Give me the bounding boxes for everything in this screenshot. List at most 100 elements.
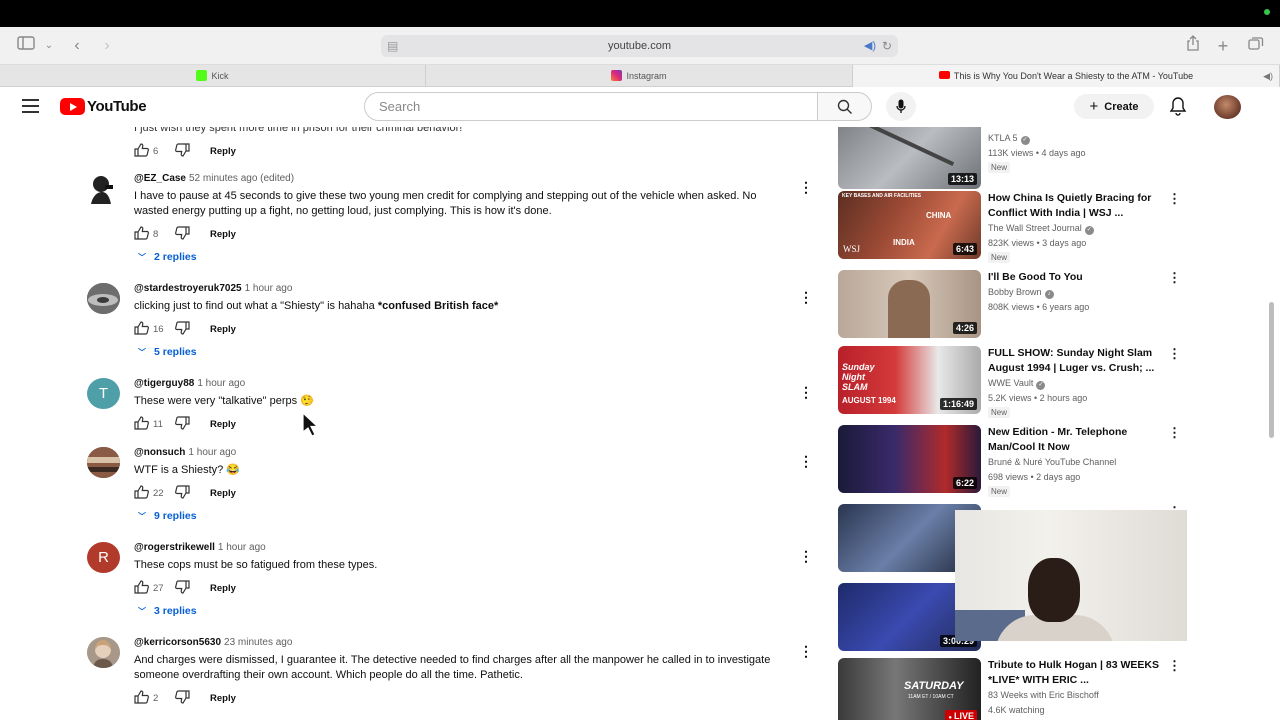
search-button[interactable] (817, 92, 872, 121)
voice-search-button[interactable] (886, 92, 916, 121)
related-video[interactable]: 4:26 I'll Be Good To You ⋮ Bobby Brown ♪ … (838, 270, 1198, 340)
comment-time[interactable]: 1 hour ago (188, 447, 236, 458)
view-replies-button[interactable]: ﹀ 9 replies (138, 510, 197, 522)
comment-author[interactable]: @tigerguy88 (134, 378, 194, 389)
reply-button[interactable]: Reply (210, 488, 236, 499)
scrollbar[interactable] (1269, 302, 1274, 438)
more-options-icon[interactable]: ⋮ (1168, 658, 1181, 674)
view-replies-button[interactable]: ﹀ 2 replies (138, 251, 197, 263)
video-thumbnail[interactable]: 13:13 (838, 127, 981, 189)
comment-time[interactable]: 1 hour ago (218, 542, 266, 553)
more-options-icon[interactable]: ⋮ (1168, 425, 1181, 441)
reply-button[interactable]: Reply (210, 146, 236, 157)
avatar[interactable] (87, 637, 120, 668)
video-channel[interactable]: Bobby Brown ♪ (988, 287, 1054, 299)
like-icon[interactable] (134, 416, 149, 430)
create-button[interactable]: + Create (1074, 94, 1154, 119)
comment-author[interactable]: @EZ_Case (134, 173, 186, 184)
avatar[interactable] (87, 173, 120, 204)
related-video[interactable]: 13:13 KTLA 5 ✓ 113K views • 4 days ago Ne… (838, 127, 1198, 191)
video-title[interactable]: FULL SHOW: Sunday Night Slam August 1994… (988, 346, 1168, 376)
like-icon[interactable] (134, 690, 149, 704)
like-icon[interactable] (134, 321, 149, 335)
comment-time[interactable]: 1 hour ago (197, 378, 245, 389)
user-avatar[interactable] (1214, 95, 1241, 119)
search-input[interactable]: Search (364, 92, 818, 121)
new-tab-icon[interactable]: + (1212, 35, 1234, 57)
tab-youtube[interactable]: This is Why You Don't Wear a Shiesty to … (853, 65, 1280, 87)
video-channel[interactable]: Bruné & Nuré YouTube Channel (988, 457, 1116, 467)
related-video[interactable]: Sunday Night SLAM AUGUST 1994 1:16:49 FU… (838, 346, 1198, 418)
reply-button[interactable]: Reply (210, 324, 236, 335)
video-title[interactable]: New Edition - Mr. Telephone Man/Cool It … (988, 425, 1168, 455)
more-options-icon[interactable]: ⋮ (799, 289, 813, 306)
avatar[interactable]: R (87, 542, 120, 573)
comment-time[interactable]: 1 hour ago (245, 283, 293, 294)
comment-author[interactable]: @rogerstrikewell (134, 542, 215, 553)
more-options-icon[interactable]: ⋮ (1168, 270, 1181, 286)
tab-overview-icon[interactable] (1245, 35, 1267, 57)
share-icon[interactable] (1182, 35, 1204, 57)
avatar[interactable]: T (87, 378, 120, 409)
video-thumbnail[interactable]: 6:22 (838, 425, 981, 493)
dislike-icon[interactable] (175, 580, 190, 594)
video-thumbnail[interactable]: 4:26 (838, 270, 981, 338)
video-thumbnail[interactable]: KEY BASES AND AIR FACILITIES CHINA INDIA… (838, 191, 981, 259)
tab-instagram[interactable]: Instagram (426, 65, 853, 87)
like-icon[interactable] (134, 580, 149, 594)
related-video[interactable]: SATURDAY 11AM ET / 10AM CT ● LIVE Tribute… (838, 658, 1198, 720)
more-options-icon[interactable]: ⋮ (799, 179, 813, 196)
reload-icon[interactable]: ↻ (882, 35, 892, 57)
comment-time[interactable]: 23 minutes ago (224, 637, 292, 648)
video-thumbnail[interactable]: Sunday Night SLAM AUGUST 1994 1:16:49 (838, 346, 981, 414)
related-video[interactable]: KEY BASES AND AIR FACILITIES CHINA INDIA… (838, 191, 1198, 263)
video-thumbnail[interactable]: SATURDAY 11AM ET / 10AM CT ● LIVE (838, 658, 981, 720)
dislike-icon[interactable] (175, 143, 190, 157)
video-title[interactable]: I'll Be Good To You (988, 270, 1168, 285)
menu-icon[interactable] (22, 99, 39, 113)
more-options-icon[interactable]: ⋮ (1168, 191, 1181, 207)
url-bar[interactable]: ▤ youtube.com ◀) ↻ (381, 35, 898, 57)
more-options-icon[interactable]: ⋮ (799, 548, 813, 565)
video-channel[interactable]: WWE Vault ✓ (988, 378, 1046, 390)
dislike-icon[interactable] (175, 416, 190, 430)
forward-icon[interactable]: › (96, 35, 118, 57)
related-video[interactable]: 6:22 New Edition - Mr. Telephone Man/Coo… (838, 425, 1198, 497)
video-title[interactable]: How China Is Quietly Bracing for Conflic… (988, 191, 1168, 221)
video-channel[interactable]: KTLA 5 ✓ (988, 133, 1030, 145)
dislike-icon[interactable] (175, 690, 190, 704)
reply-button[interactable]: Reply (210, 693, 236, 704)
notifications-bell-icon[interactable] (1169, 96, 1189, 116)
tab-kick[interactable]: Kick (0, 65, 426, 87)
like-icon[interactable] (134, 226, 149, 240)
sidebar-toggle-icon[interactable] (15, 35, 37, 57)
video-channel[interactable]: The Wall Street Journal ✓ (988, 223, 1094, 235)
like-icon[interactable] (134, 485, 149, 499)
view-replies-button[interactable]: ﹀ 3 replies (138, 605, 197, 617)
avatar[interactable] (87, 447, 120, 478)
speaker-icon[interactable]: ◀) (1263, 65, 1273, 87)
more-options-icon[interactable]: ⋮ (799, 453, 813, 470)
video-channel[interactable]: 83 Weeks with Eric Bischoff (988, 690, 1099, 700)
speaker-icon[interactable]: ◀) (864, 35, 876, 57)
dislike-icon[interactable] (175, 226, 190, 240)
view-replies-button[interactable]: ﹀ 5 replies (138, 346, 197, 358)
reply-button[interactable]: Reply (210, 229, 236, 240)
back-icon[interactable]: ‹ (66, 35, 88, 57)
more-options-icon[interactable]: ⋮ (1168, 346, 1181, 362)
comment-author[interactable]: @nonsuch (134, 447, 185, 458)
like-icon[interactable] (134, 143, 149, 157)
reply-button[interactable]: Reply (210, 583, 236, 594)
chevron-down-icon[interactable]: ⌄ (38, 35, 60, 57)
more-options-icon[interactable]: ⋮ (799, 643, 813, 660)
dislike-icon[interactable] (175, 321, 190, 335)
comment-author[interactable]: @stardestroyeruk7025 (134, 283, 242, 294)
dislike-icon[interactable] (175, 485, 190, 499)
avatar[interactable] (87, 283, 120, 314)
youtube-logo[interactable]: YouTube (60, 98, 147, 116)
video-title[interactable]: Tribute to Hulk Hogan | 83 WEEKS *LIVE* … (988, 658, 1168, 688)
reply-button[interactable]: Reply (210, 419, 236, 430)
comment-time[interactable]: 52 minutes ago (edited) (189, 173, 294, 184)
more-options-icon[interactable]: ⋮ (799, 384, 813, 401)
comment-author[interactable]: @kerricorson5630 (134, 637, 221, 648)
